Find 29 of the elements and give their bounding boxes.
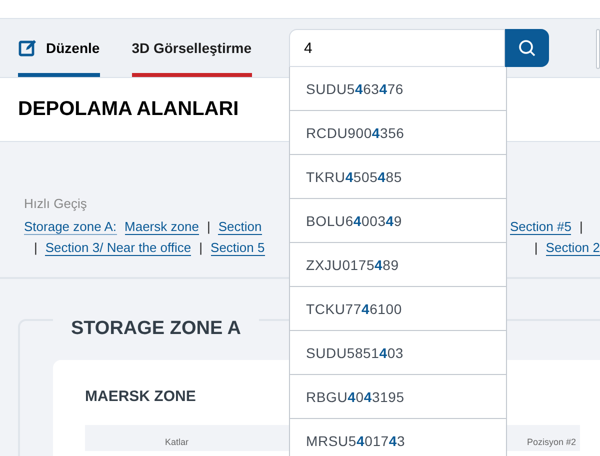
search-button[interactable] <box>505 29 549 67</box>
separator: | <box>34 240 38 256</box>
search-field[interactable]: 4 <box>289 29 505 67</box>
section-link[interactable]: Section <box>218 219 262 235</box>
search-icon <box>518 39 536 57</box>
section-link[interactable]: Section 5 <box>210 240 265 256</box>
section-link[interactable]: Section 3/ Near the office <box>45 240 192 256</box>
separator: | <box>579 219 583 235</box>
separator: | <box>199 240 203 256</box>
section-link[interactable]: Section #5 <box>510 219 572 235</box>
suggestion-item[interactable]: SUDU5463476 <box>290 67 506 111</box>
suggestion-item[interactable]: RBGU4043195 <box>290 375 506 419</box>
column-header: Pozisyon #2 <box>526 437 576 449</box>
suggestion-item[interactable]: TKRU4505485 <box>290 155 506 199</box>
section-link[interactable]: Section 2 <box>546 240 600 256</box>
suggestion-item[interactable]: BOLU6400349 <box>290 199 506 243</box>
column-header: Katlar <box>165 437 189 449</box>
page-title: DEPOLAMA ALANLARI <box>18 98 239 121</box>
zone-link[interactable]: Storage zone A: <box>24 219 117 235</box>
quick-nav-label: Hızlı Geçiş <box>24 196 88 211</box>
suggestion-item[interactable]: ZXJU0175489 <box>290 243 506 287</box>
card-title: MAERSK ZONE <box>85 388 196 405</box>
section-link[interactable]: Maersk zone <box>124 219 199 235</box>
suggestion-item[interactable]: TCKU7746100 <box>290 287 506 331</box>
suggestion-item[interactable]: MRSU5401743 <box>290 419 506 456</box>
suggestion-item[interactable]: RCDU9004356 <box>290 111 506 155</box>
suggestion-item[interactable]: SUDU5851403 <box>290 331 506 375</box>
separator: | <box>534 240 538 256</box>
separator: | <box>206 219 210 235</box>
